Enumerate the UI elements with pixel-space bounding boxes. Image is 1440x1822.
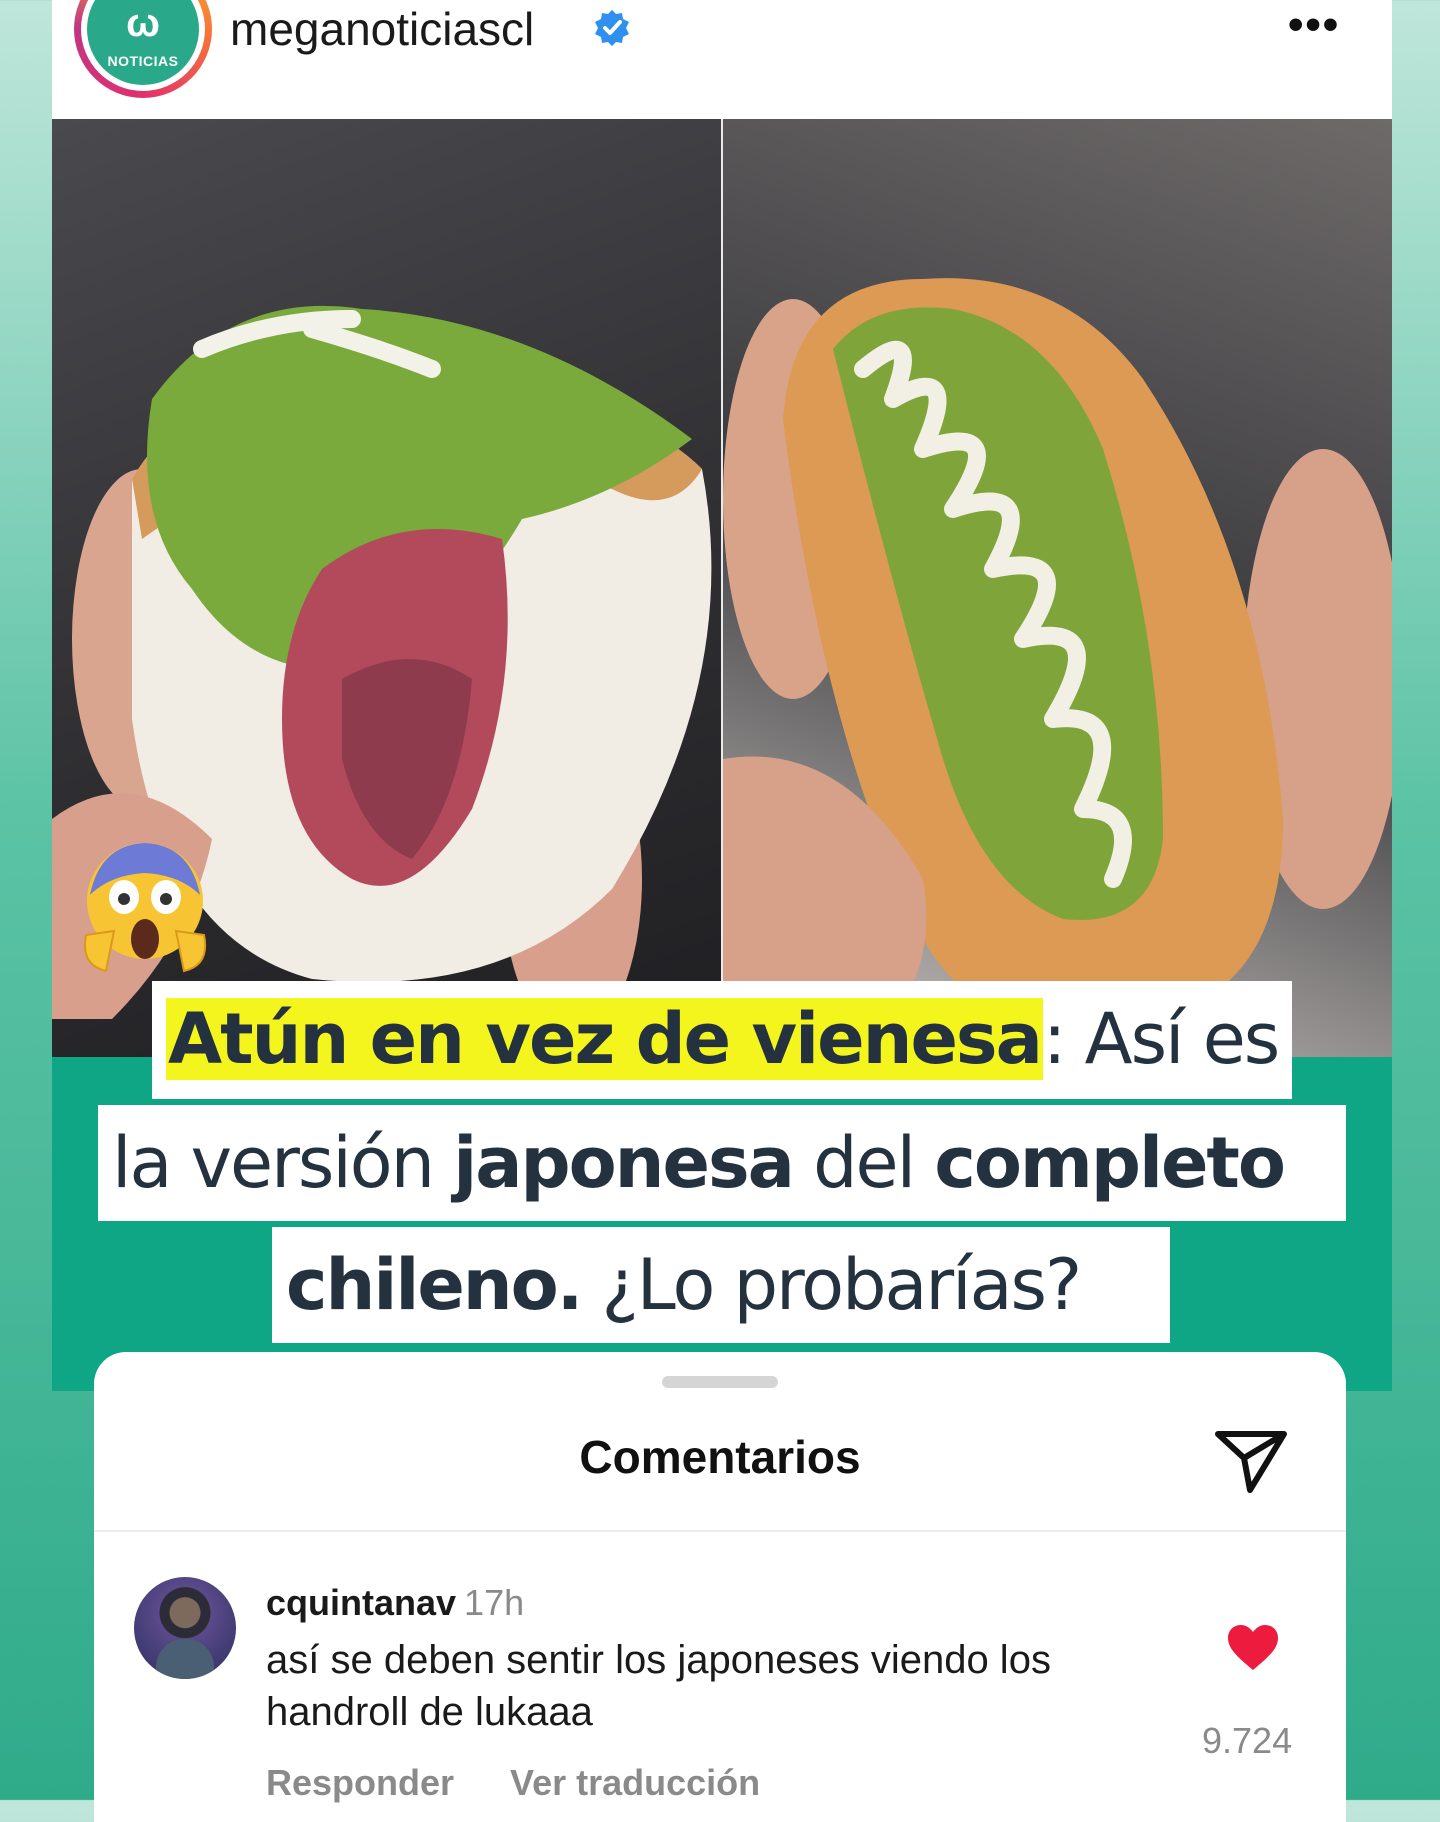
- account-avatar[interactable]: ω NOTICIAS: [74, 0, 212, 98]
- meganoticias-logo: ω NOTICIAS: [87, 0, 199, 85]
- commenter-username[interactable]: cquintanav: [266, 1582, 456, 1623]
- translate-button[interactable]: Ver traducción: [510, 1762, 760, 1803]
- screaming-face-emoji-icon: [84, 843, 206, 973]
- headline-line-3: chileno. ¿Lo probarías?: [272, 1227, 1170, 1343]
- share-icon[interactable]: [1214, 1428, 1288, 1494]
- comment-time: 17h: [464, 1582, 525, 1623]
- comment-header: cquintanav 17h: [266, 1582, 524, 1624]
- reply-button[interactable]: Responder: [266, 1762, 454, 1803]
- more-options-button[interactable]: •••: [1288, 0, 1340, 50]
- headline-highlight: Atún en vez de vienesa: [166, 998, 1043, 1080]
- commenter-avatar[interactable]: [134, 1577, 236, 1679]
- post-media[interactable]: [52, 119, 1392, 1057]
- post-header: ω NOTICIAS meganoticiascl •••: [52, 0, 1392, 119]
- comment-text: así se deben sentir los japoneses viendo…: [266, 1638, 1051, 1734]
- headline-line-2: la versión japonesa del completo: [98, 1105, 1346, 1221]
- headline-line-1: Atún en vez de vienesa: Así es: [152, 981, 1292, 1099]
- comments-title: Comentarios: [579, 1431, 861, 1483]
- comment-actions: Responder Ver traducción: [266, 1762, 816, 1804]
- heart-icon[interactable]: [1226, 1624, 1280, 1672]
- sheet-divider: [94, 1530, 1346, 1532]
- chilean-completo-photo: [723, 119, 1392, 1057]
- comments-sheet: Comentarios cquintanav 17h así se deben s…: [94, 1352, 1346, 1822]
- verified-badge-icon: [595, 10, 629, 46]
- like-count: 9.724: [1202, 1720, 1293, 1761]
- account-username[interactable]: meganoticiascl: [230, 2, 534, 56]
- sheet-drag-handle[interactable]: [662, 1376, 778, 1388]
